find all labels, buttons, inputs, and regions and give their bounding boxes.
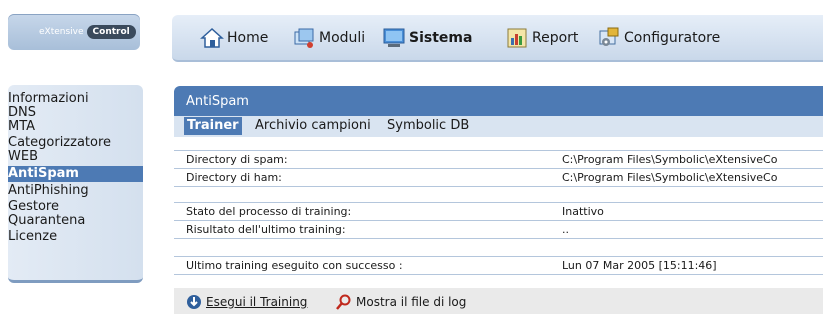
row-separator bbox=[174, 186, 823, 187]
info-row-last-success: Ultimo training eseguito con successo : … bbox=[174, 258, 823, 274]
row-value: .. bbox=[562, 223, 569, 236]
nav-configuratore[interactable]: Configuratore bbox=[597, 15, 720, 60]
show-log-label: Mostra il file di log bbox=[356, 295, 467, 309]
sidebar-item-gestore[interactable]: Gestore bbox=[8, 200, 143, 214]
sidebar-item-antispam[interactable]: AntiSpam bbox=[8, 166, 143, 182]
nav-moduli-label: Moduli bbox=[319, 29, 366, 46]
row-separator bbox=[174, 256, 823, 257]
top-navbar: Home Moduli Sistema Report Configuratore bbox=[172, 15, 823, 62]
tab-archivio-campioni[interactable]: Archivio campioni bbox=[255, 118, 371, 133]
info-row-spam-dir: Directory di spam: C:\Program Files\Symb… bbox=[174, 152, 823, 168]
nav-configuratore-label: Configuratore bbox=[624, 29, 721, 46]
nav-sistema-label: Sistema bbox=[409, 29, 473, 46]
panel-header: AntiSpam bbox=[174, 86, 823, 116]
logo-text-control: Control bbox=[86, 25, 136, 39]
info-row-last-result: Risultato dell'ultimo training: .. bbox=[174, 222, 823, 238]
tab-trainer[interactable]: Trainer bbox=[184, 117, 242, 135]
nav-report-label: Report bbox=[532, 29, 579, 46]
modules-icon bbox=[292, 26, 316, 50]
config-icon bbox=[597, 26, 621, 50]
app-logo: eXtensive Control bbox=[8, 14, 140, 50]
monitor-icon bbox=[382, 26, 406, 50]
row-value: Lun 07 Mar 2005 [15:11:46] bbox=[562, 259, 717, 272]
info-row-ham-dir: Directory di ham: C:\Program Files\Symbo… bbox=[174, 170, 823, 186]
home-icon bbox=[200, 26, 224, 50]
nav-moduli[interactable]: Moduli bbox=[292, 15, 365, 60]
sidebar-item-quarantena[interactable]: Quarantena bbox=[8, 214, 143, 228]
row-separator bbox=[174, 202, 823, 203]
run-training-label: Esegui il Training bbox=[206, 295, 308, 309]
sidebar-item-mta[interactable]: MTA bbox=[8, 120, 143, 134]
nav-sistema[interactable]: Sistema bbox=[382, 15, 472, 60]
tab-symbolic-db[interactable]: Symbolic DB bbox=[387, 118, 469, 133]
sidebar-item-licenze[interactable]: Licenze bbox=[8, 230, 143, 244]
logo-text-extensive: eXtensive bbox=[39, 27, 84, 37]
row-separator bbox=[174, 220, 823, 221]
row-value: C:\Program Files\Symbolic\eXtensiveCo bbox=[562, 171, 778, 184]
nav-home[interactable]: Home bbox=[200, 15, 268, 60]
row-separator bbox=[174, 168, 823, 169]
sidebar-item-dns[interactable]: DNS bbox=[8, 106, 143, 120]
sidebar-item-web[interactable]: WEB bbox=[8, 150, 143, 164]
show-log-button[interactable]: Mostra il file di log bbox=[336, 294, 466, 310]
row-key: Risultato dell'ultimo training: bbox=[186, 223, 346, 236]
arrow-down-circle-icon bbox=[186, 294, 202, 310]
tab-bar: Trainer Archivio campioni Symbolic DB bbox=[174, 116, 823, 137]
row-key: Directory di spam: bbox=[186, 153, 288, 166]
row-value: Inattivo bbox=[562, 205, 604, 218]
sidebar-item-categorizzatore[interactable]: Categorizzatore bbox=[8, 136, 143, 150]
chart-icon bbox=[505, 26, 529, 50]
row-separator bbox=[174, 150, 823, 151]
nav-home-label: Home bbox=[227, 29, 269, 46]
row-value: C:\Program Files\Symbolic\eXtensiveCo bbox=[562, 153, 778, 166]
search-icon bbox=[336, 294, 352, 310]
sidebar-item-antiphishing[interactable]: AntiPhishing bbox=[8, 184, 143, 198]
action-bar: Esegui il Training Mostra il file di log bbox=[174, 288, 823, 314]
info-row-training-state: Stato del processo di training: Inattivo bbox=[174, 204, 823, 220]
nav-report[interactable]: Report bbox=[505, 15, 578, 60]
row-separator bbox=[174, 238, 823, 239]
row-key: Ultimo training eseguito con successo : bbox=[186, 259, 403, 272]
run-training-button[interactable]: Esegui il Training bbox=[186, 294, 307, 310]
row-key: Stato del processo di training: bbox=[186, 205, 352, 218]
sidebar: Informazioni DNS MTA Categorizzatore WEB… bbox=[8, 85, 143, 283]
sidebar-item-informazioni[interactable]: Informazioni bbox=[8, 92, 143, 106]
panel-title: AntiSpam bbox=[186, 94, 249, 109]
row-key: Directory di ham: bbox=[186, 171, 282, 184]
row-separator bbox=[174, 274, 823, 275]
